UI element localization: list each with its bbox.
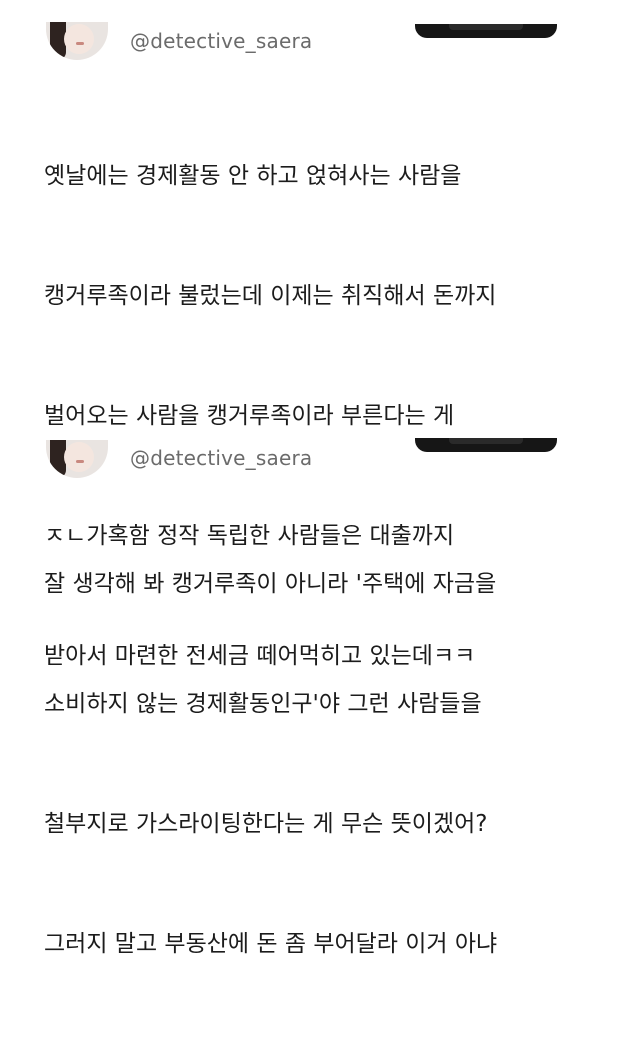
follow-button[interactable] [415,24,557,38]
tweet-line: 소비하지 않는 경제활동인구'야 그런 사람들을 [44,691,482,717]
tweet-line: 그러지 말고 부동산에 돈 좀 부어달라 이거 아냐 [44,931,498,957]
tweet-line: 옛날에는 경제활동 안 하고 얹혀사는 사람을 [44,163,462,189]
tweet-line: 철부지로 가스라이팅한다는 게 무슨 뜻이겠어? [44,811,488,837]
tweet-card: @detective_saera 잘 생각해 봐 캥거루족이 아니라 '주택에 … [0,430,640,957]
tweet-line: 캥거루족이라 불렀는데 이제는 취직해서 돈까지 [44,283,497,309]
follow-button-label-cutoff [449,438,523,444]
tweet-line: 잘 생각해 봐 캥거루족이 아니라 '주택에 자금을 [44,571,497,597]
avatar-lip [76,460,84,463]
tweet-text: 잘 생각해 봐 캥거루족이 아니라 '주택에 자금을 소비하지 않는 경제활동인… [44,484,634,1044]
user-handle[interactable]: @detective_saera [130,29,312,53]
tweet-card: @detective_saera 옛날에는 경제활동 안 하고 얹혀사는 사람을… [0,0,640,669]
avatar-lip [76,42,84,45]
avatar-face [64,24,94,54]
avatar[interactable] [46,440,108,478]
follow-button-label-cutoff [449,24,523,30]
avatar-face [64,442,94,472]
user-handle[interactable]: @detective_saera [130,446,312,470]
follow-button[interactable] [415,438,557,452]
avatar[interactable] [46,22,108,60]
